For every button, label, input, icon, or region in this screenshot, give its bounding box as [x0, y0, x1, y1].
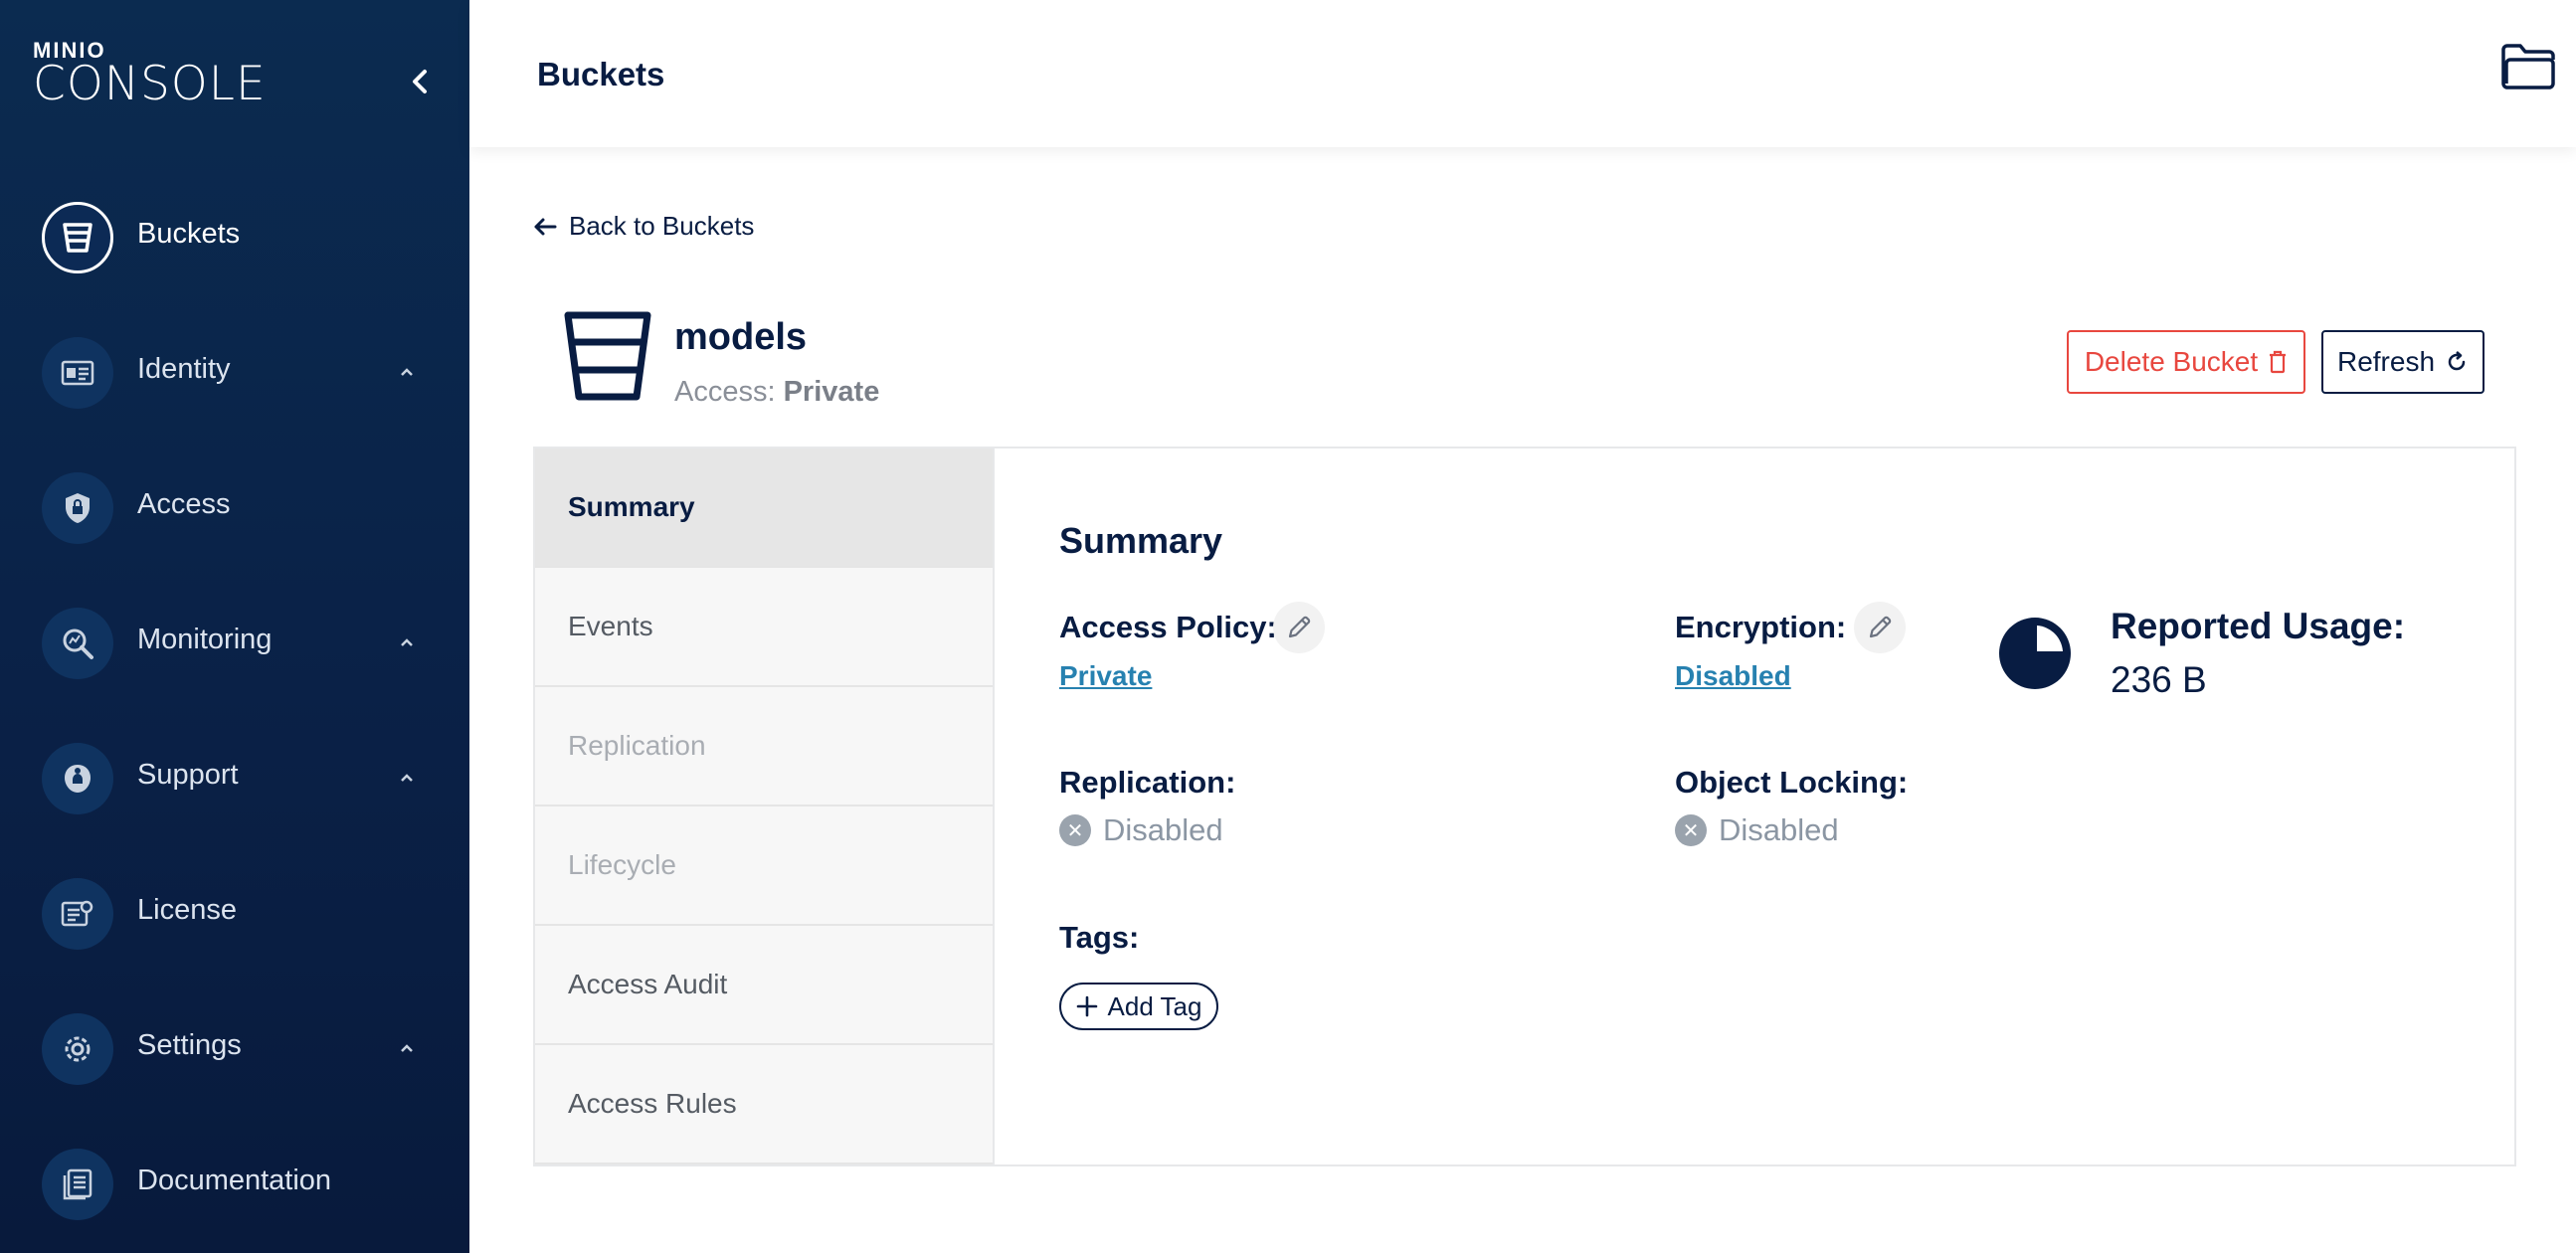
- tab-access-audit[interactable]: Access Audit: [535, 926, 993, 1045]
- encryption-value[interactable]: Disabled: [1675, 660, 1791, 692]
- usage-pie-icon: [1999, 618, 2071, 689]
- encryption-label: Encryption:: [1675, 610, 1847, 644]
- chevron-up-icon: [401, 368, 413, 376]
- folder-icon: [2501, 44, 2555, 90]
- bucket-name: models: [674, 316, 808, 358]
- sidebar: MINIO CONSOLE Buckets Identity Access Mo…: [0, 0, 469, 1253]
- summary-heading: Summary: [1059, 520, 1223, 561]
- tab-replication[interactable]: Replication: [535, 687, 993, 806]
- chevron-up-icon: [401, 1044, 413, 1052]
- sidebar-item-label: Documentation: [137, 1164, 332, 1196]
- edit-encryption-button[interactable]: [1854, 602, 1906, 653]
- reported-usage-value: 236 B: [2111, 659, 2207, 700]
- refresh-icon: [2448, 351, 2466, 371]
- top-bar: Buckets: [469, 0, 2576, 147]
- sidebar-item-support[interactable]: Support: [0, 729, 469, 828]
- back-to-buckets-link[interactable]: Back to Buckets: [533, 211, 754, 242]
- chevron-up-icon: [401, 638, 413, 646]
- bucket-details-panel: Summary Events Replication Lifecycle Acc…: [533, 447, 2516, 1166]
- sidebar-item-label: License: [137, 894, 237, 926]
- pencil-icon: [1288, 616, 1311, 638]
- sidebar-item-access[interactable]: Access: [0, 458, 469, 558]
- access-policy-value[interactable]: Private: [1059, 660, 1152, 692]
- sidebar-item-identity[interactable]: Identity: [0, 323, 469, 423]
- tab-summary[interactable]: Summary: [535, 448, 993, 568]
- access-value: Private: [783, 376, 880, 408]
- refresh-button[interactable]: Refresh: [2321, 330, 2484, 394]
- sidebar-item-label: Access: [137, 488, 231, 520]
- reported-usage-label: Reported Usage:: [2111, 606, 2406, 646]
- tab-events[interactable]: Events: [535, 568, 993, 687]
- document-icon: [42, 1149, 113, 1220]
- access-prefix: Access:: [674, 376, 776, 408]
- bucket-icon: [42, 202, 113, 273]
- plus-icon: [1076, 995, 1097, 1017]
- chevron-left-icon: [413, 70, 427, 93]
- minio-logo[interactable]: MINIO CONSOLE: [33, 40, 291, 109]
- object-locking-value: Disabled: [1719, 812, 1839, 847]
- logo-product: CONSOLE: [33, 57, 267, 111]
- tab-lifecycle[interactable]: Lifecycle: [535, 806, 993, 926]
- delete-bucket-button[interactable]: Delete Bucket: [2067, 330, 2305, 394]
- pencil-icon: [1869, 616, 1892, 638]
- object-browser-button[interactable]: [2500, 42, 2558, 91]
- sidebar-item-label: Support: [137, 759, 239, 791]
- tab-access-rules[interactable]: Access Rules: [535, 1045, 993, 1164]
- bucket-icon: [564, 311, 651, 401]
- id-card-icon: [42, 337, 113, 409]
- sidebar-item-label: Settings: [137, 1029, 242, 1061]
- edit-access-policy-button[interactable]: [1273, 602, 1325, 653]
- sidebar-item-settings[interactable]: Settings: [0, 999, 469, 1099]
- refresh-label: Refresh: [2336, 346, 2436, 377]
- certificate-icon: [42, 878, 113, 950]
- shield-lock-icon: [42, 472, 113, 544]
- sidebar-item-label: Buckets: [137, 218, 241, 250]
- chevron-up-icon: [401, 774, 413, 782]
- sidebar-item-label: Identity: [137, 353, 231, 385]
- support-icon: [42, 743, 113, 814]
- magnifier-chart-icon: [42, 608, 113, 679]
- sidebar-item-buckets[interactable]: Buckets: [0, 188, 469, 287]
- back-link-label: Back to Buckets: [569, 211, 755, 241]
- sidebar-item-monitoring[interactable]: Monitoring: [0, 594, 469, 693]
- tags-label: Tags:: [1059, 920, 1140, 955]
- page-title: Buckets: [537, 56, 665, 92]
- sidebar-item-documentation[interactable]: Documentation: [0, 1135, 469, 1234]
- add-tag-button[interactable]: Add Tag: [1059, 983, 1218, 1030]
- bucket-tabs: Summary Events Replication Lifecycle Acc…: [535, 448, 995, 1164]
- collapse-sidebar-button[interactable]: [400, 62, 440, 101]
- replication-label: Replication:: [1059, 765, 1236, 800]
- delete-bucket-label: Delete Bucket: [2084, 346, 2259, 377]
- bucket-access: Access: Private: [674, 376, 879, 409]
- gear-icon: [42, 1013, 113, 1085]
- access-policy-label: Access Policy:: [1059, 610, 1277, 644]
- disabled-x-icon: ✕: [1675, 814, 1707, 846]
- add-tag-label: Add Tag: [1107, 990, 1202, 1021]
- replication-value: Disabled: [1103, 812, 1223, 847]
- sidebar-item-label: Monitoring: [137, 624, 273, 655]
- replication-status: ✕ Disabled: [1059, 812, 1223, 848]
- disabled-x-icon: ✕: [1059, 814, 1091, 846]
- object-locking-label: Object Locking:: [1675, 765, 1909, 800]
- sidebar-item-license[interactable]: License: [0, 864, 469, 964]
- object-locking-status: ✕ Disabled: [1675, 812, 1839, 848]
- trash-icon: [2270, 350, 2287, 374]
- arrow-left-icon: [534, 218, 557, 235]
